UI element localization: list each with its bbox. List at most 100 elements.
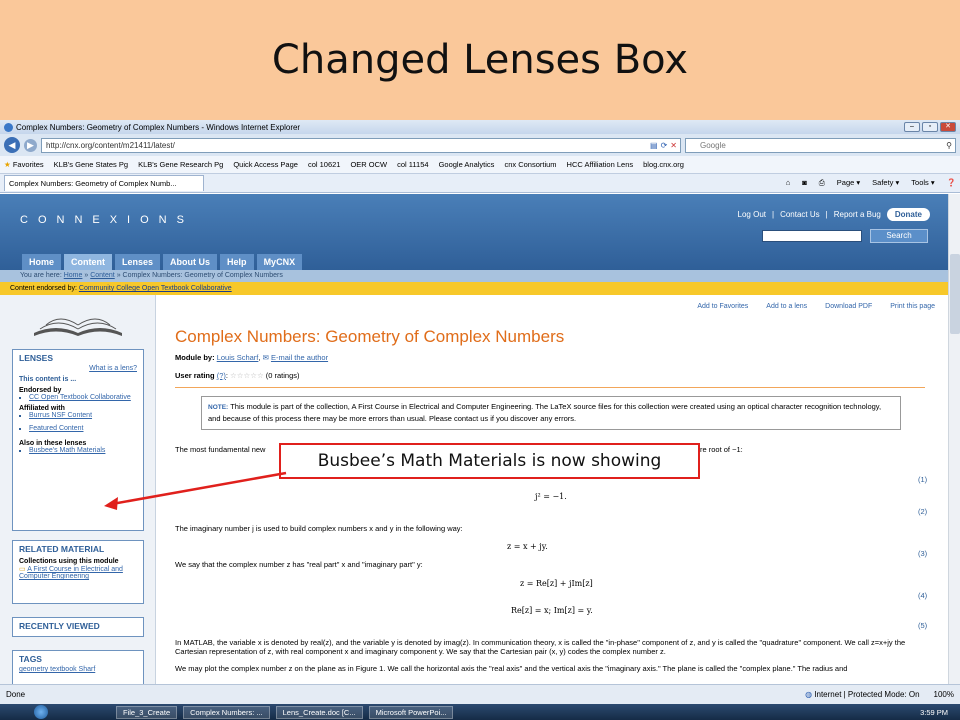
site-search-button[interactable]: Search: [870, 229, 928, 243]
user-rating: User rating (?): ☆☆☆☆☆ (0 ratings): [175, 371, 300, 380]
endorsement-bar: Content endorsed by: Community College O…: [0, 282, 948, 295]
breadcrumb-home[interactable]: Home: [64, 272, 83, 279]
favorite-link[interactable]: KLB's Gene Research Pg: [138, 160, 223, 169]
recently-viewed-box[interactable]: RECENTLY VIEWED: [12, 617, 144, 637]
contact-link[interactable]: Contact Us: [780, 210, 820, 219]
favorite-link[interactable]: HCC Affiliation Lens: [567, 160, 634, 169]
forward-button[interactable]: ▶: [24, 138, 37, 152]
command-bar: ⌂ ◙ ⎙ Page ▾ Safety ▾ Tools ▾ ❓: [786, 178, 956, 188]
folder-icon: ▭: [19, 566, 26, 573]
tab-help[interactable]: Help: [220, 254, 254, 270]
print-page-link[interactable]: Print this page: [890, 303, 935, 310]
windows-taskbar: File_3_Create Complex Numbers: ... Lens_…: [0, 704, 960, 720]
favorite-link[interactable]: Google Analytics: [439, 160, 495, 169]
tags-list[interactable]: geometry textbook Sharf: [19, 666, 137, 673]
clock[interactable]: 3:59 PM: [920, 708, 960, 717]
add-to-favorites-link[interactable]: Add to Favorites: [697, 303, 748, 310]
star-icon: ★: [4, 160, 11, 169]
lenses-title: LENSES: [19, 353, 54, 363]
feeds-icon[interactable]: ◙: [802, 178, 807, 188]
note-box: NOTE: This module is part of the collect…: [201, 396, 901, 430]
favorite-link[interactable]: blog.cnx.org: [643, 160, 684, 169]
tab-lenses[interactable]: Lenses: [115, 254, 161, 270]
what-is-lens-link[interactable]: What is a lens?: [89, 365, 137, 372]
taskbar-button[interactable]: Lens_Create.doc [C...: [275, 705, 363, 719]
tools-menu[interactable]: Tools ▾: [911, 178, 934, 188]
equation-2: z = x + jy.: [507, 542, 548, 551]
endorser-link[interactable]: Community College Open Textbook Collabor…: [79, 285, 232, 292]
taskbar-button[interactable]: Microsoft PowerPoi...: [368, 705, 454, 719]
breadcrumb-content[interactable]: Content: [90, 272, 115, 279]
favorite-link[interactable]: col 11154: [397, 160, 428, 169]
email-icon: ✉: [262, 353, 269, 362]
endorsed-label: Endorsed by: [19, 387, 62, 394]
site-logo[interactable]: CONNEXIONS: [20, 214, 194, 226]
also-in-lenses-label: Also in these lenses: [19, 440, 87, 447]
equation-3: z = Re[z] + jIm[z]: [520, 579, 593, 588]
favorites-button[interactable]: ★ Favorites: [4, 160, 44, 169]
endorsed-lens-link[interactable]: CC Open Textbook Collaborative: [29, 394, 131, 401]
taskbar-button[interactable]: File_3_Create: [116, 705, 178, 719]
stop-icon[interactable]: ✕: [670, 141, 677, 150]
browser-tab[interactable]: Complex Numbers: Geometry of Complex Num…: [4, 175, 204, 191]
tab-about[interactable]: About Us: [163, 254, 218, 270]
author-link[interactable]: Louis Scharf: [217, 353, 259, 362]
lenses-box: LENSES What is a lens? This content is .…: [12, 349, 144, 531]
close-button[interactable]: ✕: [940, 122, 956, 132]
tab-row: Complex Numbers: Geometry of Complex Num…: [0, 174, 960, 193]
tab-mycnx[interactable]: MyCNX: [256, 254, 303, 270]
equation-1: j² = −1.: [535, 492, 567, 501]
search-input[interactable]: Google ⚲: [685, 137, 956, 153]
affiliated-lens-link[interactable]: Burrus NSF Content: [29, 412, 92, 419]
paragraph-2: The imaginary number j is used to build …: [175, 524, 463, 533]
eq-number: (2): [918, 507, 928, 516]
rating-stars[interactable]: ☆☆☆☆☆: [230, 371, 264, 380]
eq-number: (5): [918, 621, 928, 630]
favorite-link[interactable]: cnx Consortium: [504, 160, 556, 169]
donate-button[interactable]: Donate: [886, 208, 930, 221]
scrollbar-thumb[interactable]: [950, 254, 960, 334]
favorite-link[interactable]: Quick Access Page: [233, 160, 298, 169]
report-bug-link[interactable]: Report a Bug: [834, 210, 881, 219]
affiliated-lens-link[interactable]: Featured Content: [29, 425, 83, 432]
zoom-level[interactable]: 100%: [934, 690, 954, 699]
logout-link[interactable]: Log Out: [738, 210, 766, 219]
status-bar: Done ◍ Internet | Protected Mode: On 100…: [0, 684, 960, 704]
vertical-scrollbar[interactable]: [948, 194, 960, 684]
page-menu[interactable]: Page ▾: [837, 178, 860, 188]
favorite-link[interactable]: col 10621: [308, 160, 341, 169]
also-lens-link[interactable]: Busbee's Math Materials: [29, 447, 105, 454]
compat-icon[interactable]: ▤: [650, 141, 658, 150]
tab-home[interactable]: Home: [22, 254, 62, 270]
rating-help-link[interactable]: (?): [217, 371, 226, 380]
eq-number: (4): [918, 591, 928, 600]
related-material-box: RELATED MATERIAL Collections using this …: [12, 540, 144, 604]
globe-icon: ◍: [805, 690, 813, 699]
email-author-link[interactable]: E-mail the author: [271, 353, 328, 362]
favorite-link[interactable]: OER OCW: [350, 160, 387, 169]
download-pdf-link[interactable]: Download PDF: [825, 303, 872, 310]
safety-menu[interactable]: Safety ▾: [872, 178, 899, 188]
start-button[interactable]: [34, 705, 48, 719]
add-to-lens-link[interactable]: Add to a lens: [766, 303, 807, 310]
eq-number: (3): [918, 549, 928, 558]
help-icon[interactable]: ❓: [947, 178, 956, 188]
minimize-button[interactable]: –: [904, 122, 920, 132]
collection-link[interactable]: A First Course in Electrical and Compute…: [19, 566, 123, 580]
maximize-button[interactable]: ▫: [922, 122, 938, 132]
page-actions: Add to Favorites Add to a lens Download …: [697, 303, 935, 310]
refresh-icon[interactable]: ⟳: [661, 141, 668, 150]
paragraph-5: We may plot the complex number z on the …: [175, 664, 848, 673]
print-icon[interactable]: ⎙: [819, 178, 825, 188]
taskbar-button[interactable]: Complex Numbers: ...: [183, 705, 270, 719]
back-button[interactable]: ◀: [4, 137, 20, 153]
tab-content[interactable]: Content: [64, 254, 113, 270]
home-icon[interactable]: ⌂: [786, 178, 791, 188]
rating-count: (0 ratings): [265, 371, 300, 380]
search-icon[interactable]: ⚲: [946, 139, 952, 152]
affiliated-label: Affiliated with: [19, 405, 65, 412]
address-bar[interactable]: http://cnx.org/content/m21411/latest/ ▤ …: [41, 137, 681, 153]
browser-window: Complex Numbers: Geometry of Complex Num…: [0, 120, 960, 720]
favorite-link[interactable]: KLB's Gene States Pg: [54, 160, 128, 169]
site-search-input[interactable]: [762, 230, 862, 242]
